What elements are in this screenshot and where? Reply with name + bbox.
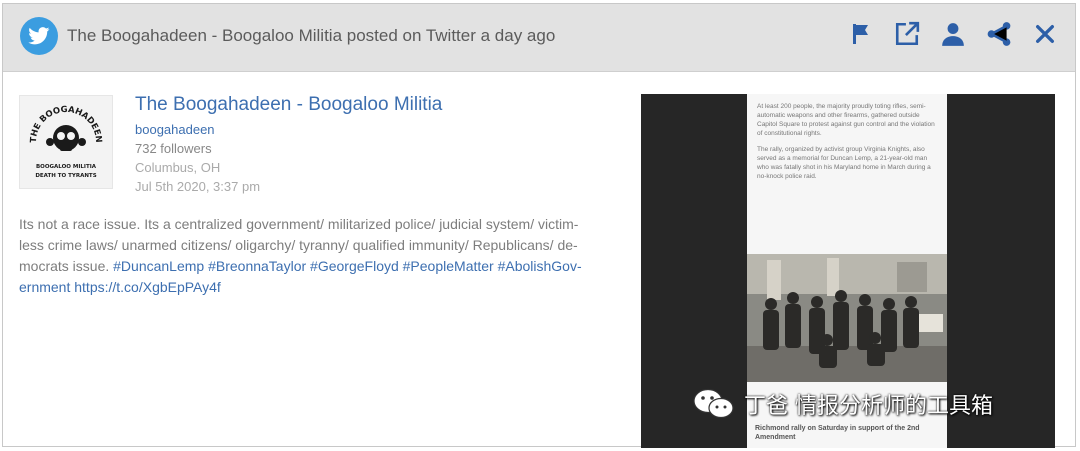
profile-location: Columbus, OH bbox=[135, 160, 221, 175]
media-paragraph-2: The rally, organized by activist group V… bbox=[757, 146, 931, 180]
user-profile-button[interactable] bbox=[939, 20, 967, 48]
avatar-line1: BOOGALOO MILITIA bbox=[36, 164, 97, 170]
post-card: The Boogahadeen - Boogaloo Militia poste… bbox=[2, 3, 1076, 448]
post-header: The Boogahadeen - Boogaloo Militia poste… bbox=[3, 4, 1075, 72]
header-title: The Boogahadeen - Boogaloo Militia poste… bbox=[67, 26, 556, 45]
flag-button[interactable] bbox=[847, 20, 875, 48]
watermark: 丁爸 情报分析师的工具箱 bbox=[692, 387, 993, 421]
rally-photo bbox=[747, 254, 947, 382]
watermark-text: 丁爸 情报分析师的工具箱 bbox=[744, 394, 993, 419]
user-icon bbox=[942, 23, 964, 46]
close-button[interactable] bbox=[1031, 20, 1059, 48]
profile-avatar[interactable]: THE BOOGAHADEEN BOOGALOO MILITIA DEATH T… bbox=[19, 95, 113, 189]
media-article-text: At least 200 people, the majority proudl… bbox=[747, 94, 947, 196]
post-link[interactable]: https://t.co/XgbEpPAy4f bbox=[74, 279, 221, 295]
profile-info: The Boogahadeen - Boogaloo Militia booga… bbox=[135, 94, 442, 194]
close-icon bbox=[1036, 25, 1054, 43]
follower-count: 732 followers bbox=[135, 141, 212, 156]
twitter-icon bbox=[20, 17, 58, 55]
share-button[interactable] bbox=[985, 20, 1013, 48]
post-body: Its not a race issue. Its a centralized … bbox=[19, 214, 601, 298]
profile-handle[interactable]: boogahadeen bbox=[135, 122, 442, 137]
flag-icon bbox=[853, 24, 868, 44]
wechat-icon bbox=[693, 388, 734, 419]
external-link-icon bbox=[895, 21, 920, 46]
media-caption: Richmond rally on Saturday in support of… bbox=[755, 425, 920, 441]
media-paragraph-1: At least 200 people, the majority proudl… bbox=[757, 103, 935, 137]
profile-name[interactable]: The Boogahadeen - Boogaloo Militia bbox=[135, 94, 442, 116]
share-icon bbox=[987, 22, 1011, 46]
external-link-button[interactable] bbox=[893, 20, 921, 48]
post-timestamp: Jul 5th 2020, 3:37 pm bbox=[135, 179, 261, 194]
header-actions bbox=[847, 20, 1059, 48]
avatar-line2: DEATH TO TYRANTS bbox=[35, 173, 96, 179]
